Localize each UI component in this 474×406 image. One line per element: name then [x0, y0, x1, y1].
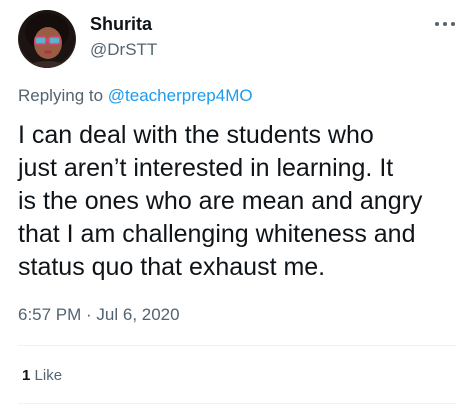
- more-options-button[interactable]: [428, 12, 462, 36]
- avatar[interactable]: [18, 10, 76, 68]
- author-handle[interactable]: @DrSTT: [90, 40, 157, 60]
- tweet: Shurita @DrSTT Replying to @teacherprep4…: [0, 0, 474, 406]
- tweet-text: I can deal with the students who just ar…: [18, 121, 423, 281]
- profile-photo-image: [18, 10, 76, 68]
- likes-stat[interactable]: 1 Like: [22, 367, 62, 384]
- divider: [18, 345, 456, 346]
- like-count: 1: [22, 367, 31, 384]
- reply-mention-link[interactable]: @teacherprep4MO: [108, 86, 253, 105]
- tweet-timestamp[interactable]: 6:57 PM · Jul 6, 2020: [18, 305, 180, 325]
- replying-to-label: Replying to: [18, 86, 108, 105]
- author-display-name[interactable]: Shurita: [90, 14, 152, 35]
- divider: [18, 403, 456, 404]
- like-label: Like: [34, 367, 63, 384]
- more-horizontal-icon: [435, 22, 455, 26]
- replying-to: Replying to @teacherprep4MO: [18, 86, 253, 106]
